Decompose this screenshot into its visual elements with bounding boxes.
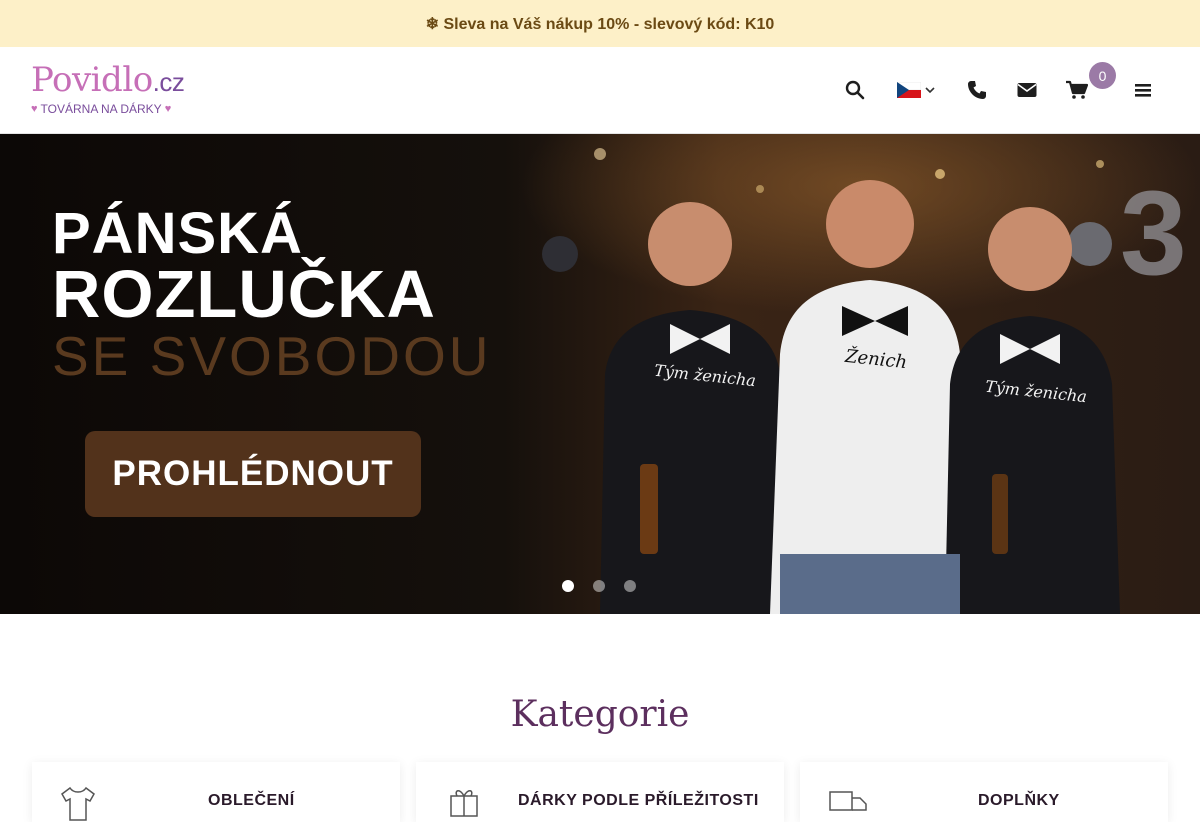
hero-line-1: PÁNSKÁ bbox=[52, 201, 303, 266]
slider-dots bbox=[562, 580, 636, 592]
category-card-occasion-gifts[interactable]: DÁRKY PODLE PŘÍLEŽITOSTI bbox=[416, 762, 784, 822]
truck-icon bbox=[829, 791, 867, 811]
hero-headline: PÁNSKÁ ROZLUČKA SE SVOBODOU bbox=[52, 201, 492, 387]
category-label: OBLEČENÍ bbox=[208, 792, 295, 809]
cart-icon[interactable] bbox=[1062, 75, 1092, 105]
hero-slider[interactable]: 3 Tým ženicha Ženich Tým ženicha PÁNSKÁ … bbox=[0, 134, 1200, 614]
phone-icon[interactable] bbox=[962, 75, 992, 105]
tshirt-icon bbox=[61, 786, 95, 821]
slider-dot-3[interactable] bbox=[624, 580, 636, 592]
heart-icon: ♥ bbox=[164, 103, 172, 115]
logo-tagline: ♥ TOVÁRNA NA DÁRKY ♥ bbox=[31, 102, 172, 116]
hero-cta-button[interactable]: PROHLÉDNOUT bbox=[85, 431, 421, 517]
chevron-down-icon bbox=[925, 87, 935, 94]
slider-dot-1[interactable] bbox=[562, 580, 574, 592]
promo-bar: ❄ Sleva na Váš nákup 10% - slevový kód: … bbox=[0, 0, 1200, 47]
language-selector[interactable] bbox=[894, 75, 938, 105]
category-card-accessories[interactable]: DOPLŇKY bbox=[800, 762, 1168, 822]
logo-wordmark: Povidlo.cz bbox=[31, 60, 185, 100]
cart-count-badge[interactable]: 0 bbox=[1089, 62, 1116, 89]
category-label: DÁRKY PODLE PŘÍLEŽITOSTI bbox=[518, 792, 759, 809]
flag-cz-icon bbox=[897, 82, 921, 98]
search-icon[interactable] bbox=[840, 75, 870, 105]
category-label: DOPLŇKY bbox=[978, 792, 1060, 809]
category-card-clothing[interactable]: OBLEČENÍ bbox=[32, 762, 400, 822]
slider-dot-2[interactable] bbox=[593, 580, 605, 592]
svg-text:3: 3 bbox=[1120, 166, 1187, 300]
categories-title: Kategorie bbox=[510, 694, 690, 735]
heart-icon: ♥ bbox=[31, 103, 38, 115]
envelope-icon[interactable] bbox=[1012, 75, 1042, 105]
gift-icon bbox=[450, 790, 478, 817]
hamburger-icon[interactable] bbox=[1128, 75, 1158, 105]
site-header: Povidlo.cz ♥ TOVÁRNA NA DÁRKY ♥ 0 bbox=[0, 47, 1200, 134]
hero-line-2: ROZLUČKA bbox=[52, 257, 436, 332]
hero-line-3: SE SVOBODOU bbox=[52, 325, 492, 387]
logo[interactable]: Povidlo.cz ♥ TOVÁRNA NA DÁRKY ♥ bbox=[31, 63, 191, 119]
promo-text: ❄ Sleva na Váš nákup 10% - slevový kód: … bbox=[425, 15, 775, 33]
